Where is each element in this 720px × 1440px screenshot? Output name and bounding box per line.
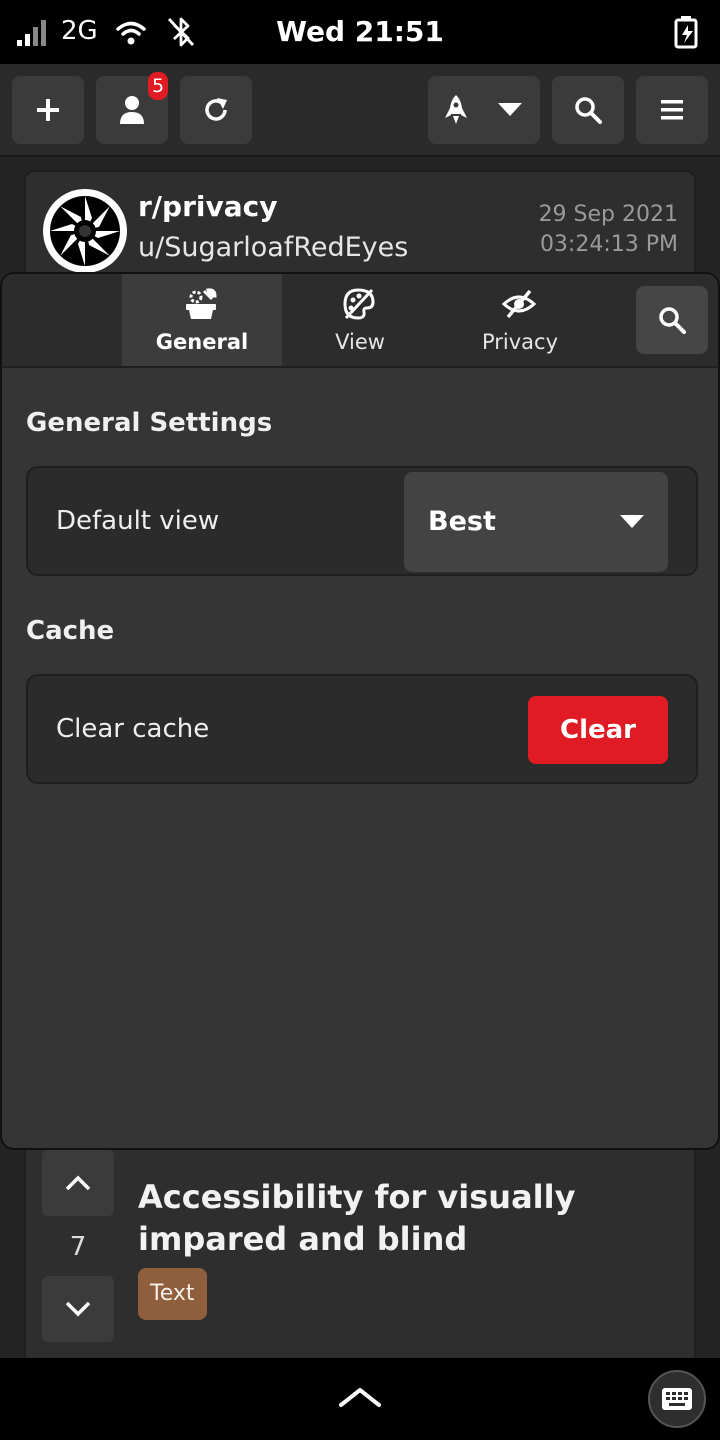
battery-charging-icon [672,15,702,49]
post-title[interactable]: Accessibility for visually impared and b… [138,1176,688,1260]
clear-cache-row: Clear cache Clear [26,674,698,784]
cache-title: Cache [26,616,115,646]
tab-view-label: View [335,330,385,354]
downvote-button[interactable] [42,1276,114,1342]
default-view-dropdown[interactable]: Best [404,472,668,572]
subreddit-avatar [42,188,128,274]
palette-icon [342,288,376,320]
default-view-label: Default view [56,506,220,536]
post-time: 03:24:13 PM [539,232,678,257]
header-bar: 5 [0,64,720,157]
search-button[interactable] [552,76,624,144]
rocket-icon [445,95,467,124]
tab-privacy-label: Privacy [481,330,559,354]
main-menu-button[interactable] [636,76,708,144]
tab-privacy[interactable]: Privacy [440,274,600,366]
tab-general[interactable]: General [122,274,282,366]
status-bar: 2G Wed 21:51 [0,0,720,64]
settings-sheet: General View Privacy General Settings De… [0,272,720,1150]
refresh-icon [205,98,227,121]
search-icon [575,97,602,124]
chevron-down-icon [620,515,644,528]
post-date: 29 Sep 2021 [538,202,678,227]
default-view-row: Default view Best [26,466,698,576]
notification-badge: 5 [148,72,169,100]
hamburger-menu-icon [661,100,683,120]
add-button[interactable] [12,76,84,144]
settings-icon [184,288,218,320]
refresh-button[interactable] [180,76,252,144]
post-author[interactable]: u/SugarloafRedEyes [138,232,408,263]
clear-cache-label: Clear cache [56,714,210,744]
chevron-down-icon [498,103,522,116]
keyboard-icon [662,1388,692,1410]
clear-cache-button[interactable]: Clear [528,696,668,764]
post-score: 7 [69,1232,87,1262]
keyboard-toggle-button[interactable] [648,1370,706,1428]
post-body-card[interactable]: 7 Accessibility for visually impared and… [24,1150,696,1380]
chevron-down-icon [65,1301,91,1317]
settings-tabbar: General View Privacy [2,274,718,368]
user-icon [120,96,144,124]
chevron-up-icon [65,1175,91,1191]
upvote-button[interactable] [42,1150,114,1216]
clock: Wed 21:51 [276,15,444,48]
tab-view[interactable]: View [280,274,440,366]
plus-icon [37,99,59,121]
eye-off-icon [502,288,536,320]
tab-general-label: General [155,330,249,354]
search-icon [659,307,686,334]
default-view-value: Best [428,506,496,537]
post-flair: Text [138,1268,207,1320]
general-settings-title: General Settings [26,408,273,438]
bottom-bar [0,1358,720,1440]
subreddit-name[interactable]: r/privacy [138,190,277,223]
home-chevron-up-icon[interactable] [338,1386,382,1408]
settings-search-button[interactable] [636,286,708,354]
sort-dropdown-button[interactable] [428,76,540,144]
